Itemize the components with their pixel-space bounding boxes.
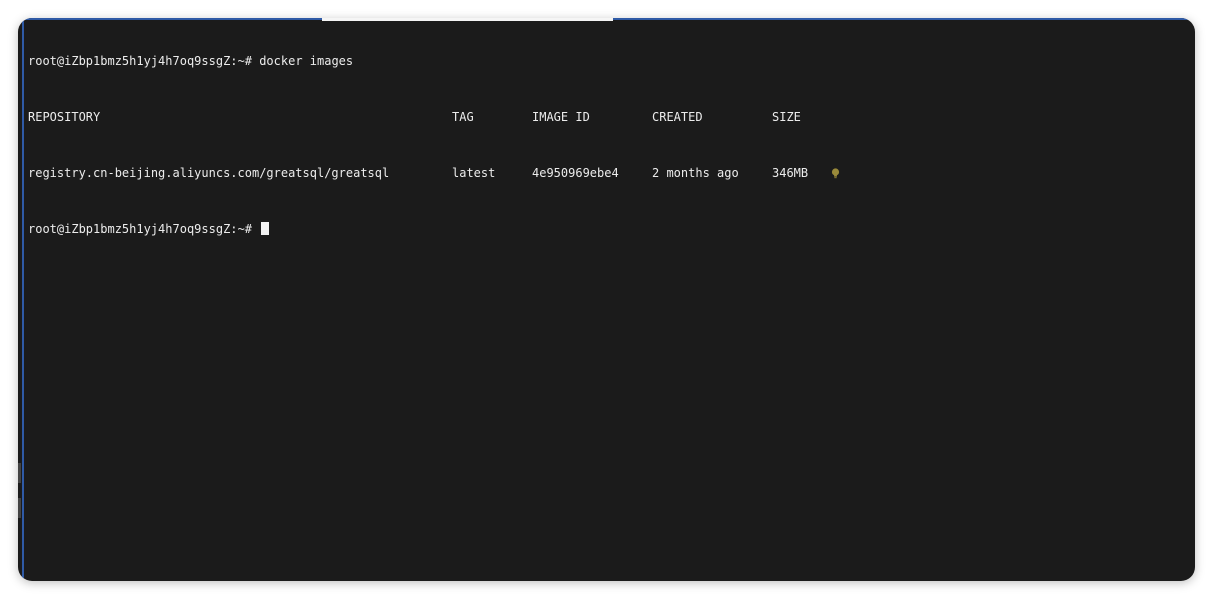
prompt-line[interactable]: root@iZbp1bmz5h1yj4h7oq9ssgZ:~# bbox=[28, 222, 1185, 236]
header-tag: TAG bbox=[452, 110, 474, 124]
cell-size: 346MB bbox=[772, 166, 809, 180]
command-text: docker images bbox=[259, 54, 354, 68]
text-cursor bbox=[261, 222, 270, 235]
command-line: root@iZbp1bmz5h1yj4h7oq9ssgZ:~# docker i… bbox=[28, 54, 1185, 68]
terminal-window[interactable]: root@iZbp1bmz5h1yj4h7oq9ssgZ:~# docker i… bbox=[18, 18, 1195, 581]
header-image-id: IMAGE ID bbox=[532, 110, 590, 124]
cell-repository: registry.cn-beijing.aliyuncs.com/greatsq… bbox=[28, 166, 390, 180]
shell-prompt: root@iZbp1bmz5h1yj4h7oq9ssgZ:~# bbox=[28, 222, 252, 236]
table-row: registry.cn-beijing.aliyuncs.com/greatsq… bbox=[28, 166, 1185, 180]
cell-image-id: 4e950969ebe4 bbox=[532, 166, 619, 180]
header-size: SIZE bbox=[772, 110, 801, 124]
cell-tag: latest bbox=[452, 166, 496, 180]
terminal-output[interactable]: root@iZbp1bmz5h1yj4h7oq9ssgZ:~# docker i… bbox=[28, 26, 1185, 573]
table-header-row: REPOSITORY TAG IMAGE ID CREATED SIZE bbox=[28, 110, 1185, 124]
cell-created: 2 months ago bbox=[652, 166, 739, 180]
header-repository: REPOSITORY bbox=[28, 110, 101, 124]
window-left-edge bbox=[22, 18, 24, 581]
resize-handle[interactable] bbox=[18, 463, 21, 483]
header-created: CREATED bbox=[652, 110, 703, 124]
lightbulb-icon[interactable] bbox=[831, 168, 840, 179]
resize-handle[interactable] bbox=[18, 498, 21, 518]
active-tab-indicator[interactable] bbox=[322, 18, 613, 21]
shell-prompt: root@iZbp1bmz5h1yj4h7oq9ssgZ:~# bbox=[28, 54, 252, 68]
